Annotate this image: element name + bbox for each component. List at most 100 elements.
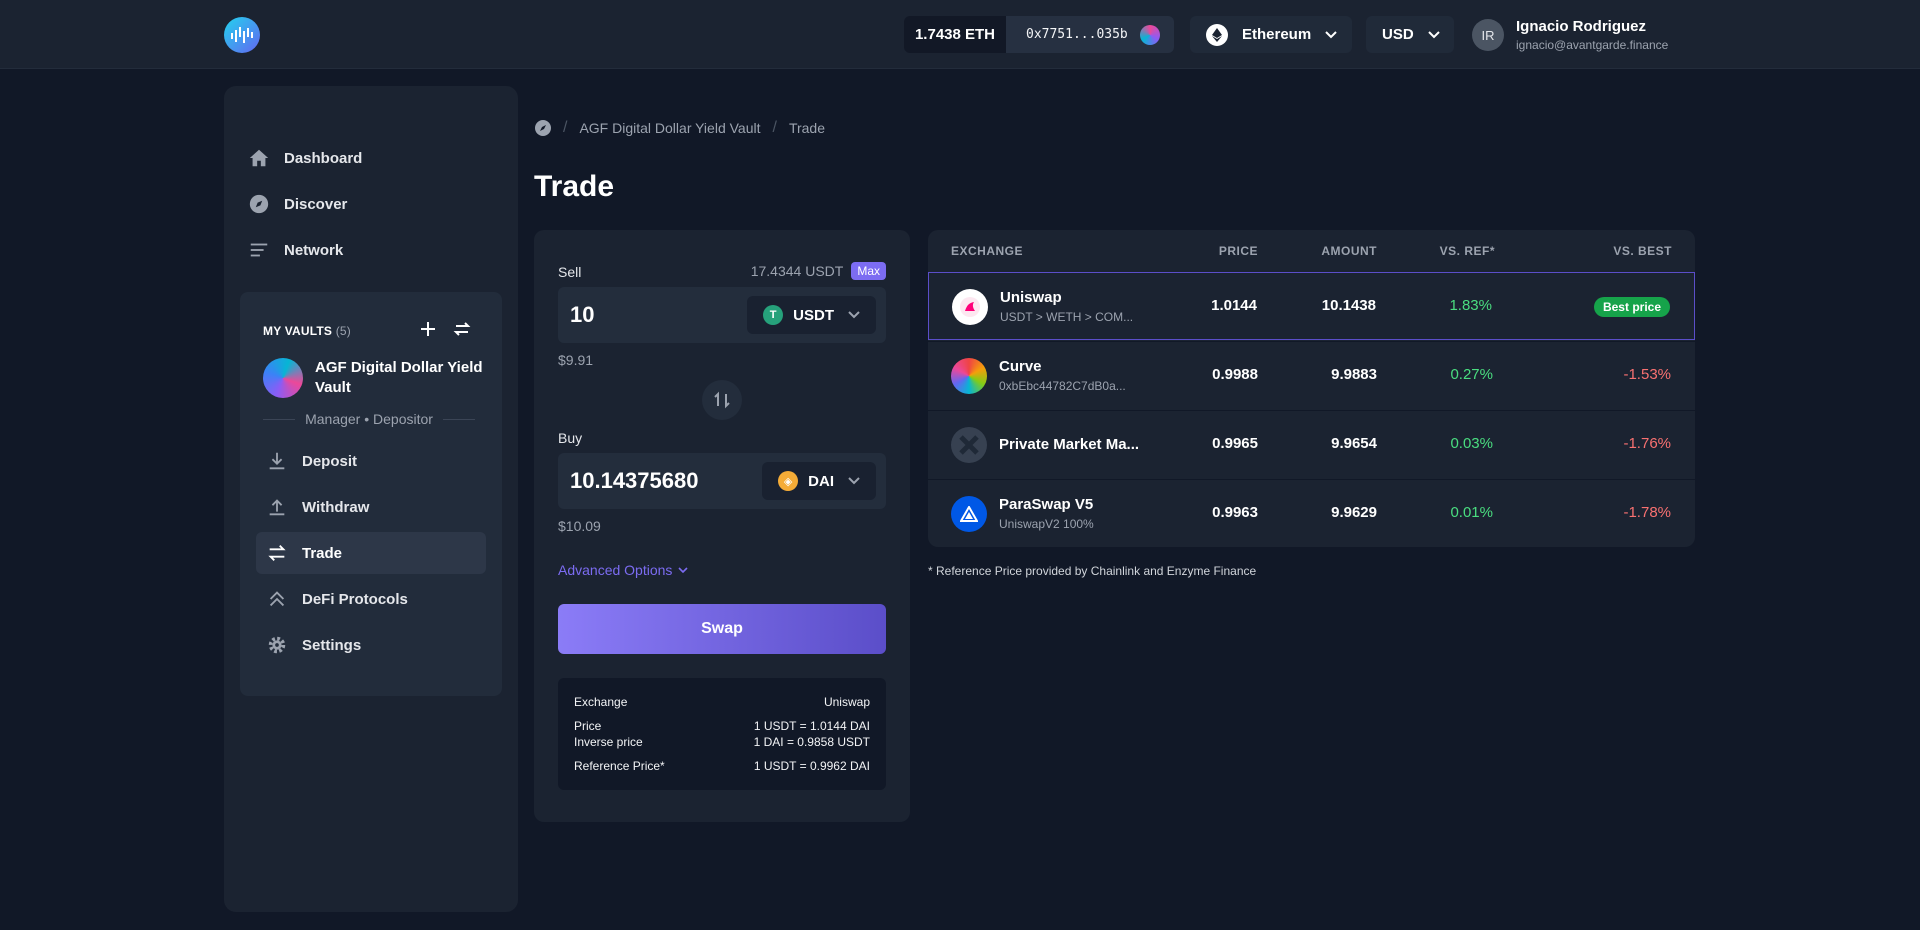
vault-item-withdraw[interactable]: Withdraw [256,486,486,528]
exchange-row[interactable]: Uniswap USDT > WETH > COM... 1.0144 10.1… [928,272,1695,340]
summary-value: Uniswap [823,695,870,709]
nav-label: Discover [284,195,348,213]
nav-item-dashboard[interactable]: Dashboard [248,138,498,178]
vault-item-trade[interactable]: Trade [256,532,486,574]
page-title: Trade [534,170,615,203]
upload-icon [269,499,285,516]
buy-label: Buy [558,430,583,446]
buy-token-select[interactable]: ◈ DAI [762,462,876,500]
exchange-route: 0xbEbc44782C7dB0a... [999,379,1126,393]
summary-row-reference-price: Reference Price* 1 USDT = 0.9962 DAI [574,758,870,774]
buy-amount-box: ◈ DAI [558,453,886,509]
chevron-down-icon [1325,30,1337,38]
exchange-table: EXCHANGE PRICE AMOUNT VS. REF* VS. BEST … [928,230,1695,547]
best-price-badge: Best price [1593,297,1670,317]
exchange-route: USDT > WETH > COM... [1000,310,1134,324]
divider [442,418,476,420]
network-select[interactable]: Ethereum [1190,16,1352,53]
vault-name[interactable]: AGF Digital Dollar Yield Vault [315,358,485,398]
sell-usd-value: $9.91 [558,352,594,368]
advanced-options-label: Advanced Options [558,562,673,578]
breadcrumb: / AGF Digital Dollar Yield Vault / Trade [535,118,825,138]
usdt-icon: T [763,305,784,325]
compass-icon [249,194,269,214]
list-icon [250,243,268,257]
trade-summary: Exchange Uniswap Price 1 USDT = 1.0144 D… [558,678,886,790]
wallet-avatar [1139,24,1160,45]
eth-balance: 1.7438 ETH [904,16,1006,53]
divider [263,418,296,420]
sell-amount-box: T USDT [558,287,886,343]
my-vaults-label: MY VAULTS [263,324,333,338]
summary-row-exchange: Exchange Uniswap [574,694,870,710]
exchange-row[interactable]: Private Market Ma... 0.9965 9.9654 0.03%… [928,410,1695,478]
vault-item-defi-protocols[interactable]: DeFi Protocols [256,578,486,620]
chevron-down-icon [848,311,860,319]
swap-button[interactable]: Swap [558,604,886,654]
sell-balance-row: 17.4344 USDT Max [751,262,886,280]
swap-direction-button[interactable] [702,380,742,420]
summary-label: Reference Price* [574,759,665,773]
exchange-vs-best: -1.78% [1623,504,1671,521]
uniswap-logo-icon [952,289,988,325]
exchange-amount: 9.9629 [1331,504,1377,521]
summary-row-price: Price 1 USDT = 1.0144 DAI [574,718,870,734]
sell-token-select[interactable]: T USDT [747,296,876,334]
exchange-row[interactable]: Curve 0xbEbc44782C7dB0a... 0.9988 9.9883… [928,341,1695,409]
vault-item-label: DeFi Protocols [302,590,408,608]
app-logo[interactable] [224,17,260,53]
currency-select[interactable]: USD [1366,16,1454,53]
swap-icon [268,545,286,561]
chevron-down-icon [848,477,860,485]
exchange-price: 1.0144 [1211,297,1257,314]
nav-item-network[interactable]: Network [248,230,498,270]
vault-item-label: Trade [302,544,343,562]
sell-amount-input[interactable] [570,299,750,331]
summary-value: 1 USDT = 1.0144 DAI [753,719,870,733]
compass-icon[interactable] [535,120,551,136]
exchange-vs-ref: 1.83% [1449,297,1492,314]
vault-item-settings[interactable]: Settings [256,624,486,666]
header-price: PRICE [1218,244,1258,258]
double-chevron-up-icon [269,591,285,607]
exchange-amount: 9.9654 [1331,435,1377,452]
sidebar: Dashboard Discover Network MY VAULTS (5)… [224,86,518,912]
vault-role-label: Manager • Depositor [305,411,433,427]
buy-token-label: DAI [808,472,834,490]
nav-label: Dashboard [284,149,363,167]
plus-icon[interactable] [418,319,438,339]
switch-vault-icon[interactable] [452,319,472,339]
exchange-route: UniswapV2 100% [999,517,1094,531]
breadcrumb-separator: / [772,119,777,136]
nav-label: Network [284,241,344,259]
summary-row-inverse-price: Inverse price 1 DAI = 0.9858 USDT [574,734,870,750]
download-icon [269,452,285,470]
summary-label: Exchange [574,695,628,709]
exchange-name: Private Market Ma... [999,436,1140,453]
paraswap-logo-icon [951,496,987,532]
exchange-vs-best: -1.76% [1623,435,1671,452]
vault-item-deposit[interactable]: Deposit [256,440,486,482]
my-vaults-count: (5) [335,324,351,338]
user-avatar[interactable]: IR [1472,19,1504,51]
exchange-vs-ref: 0.27% [1450,366,1493,383]
swap-vertical-icon [714,391,730,409]
exchange-amount: 10.1438 [1321,297,1376,314]
breadcrumb-current: Trade [788,120,826,136]
nav-item-discover[interactable]: Discover [248,184,498,224]
buy-amount-input[interactable] [570,465,750,497]
exchange-price: 0.9988 [1212,366,1258,383]
exchange-vs-ref: 0.01% [1450,504,1493,521]
wallet-address-button[interactable]: 0x7751...035b [1006,16,1174,53]
breadcrumb-vault[interactable]: AGF Digital Dollar Yield Vault [579,120,760,136]
exchange-row[interactable]: ParaSwap V5 UniswapV2 100% 0.9963 9.9629… [928,479,1695,547]
max-button[interactable]: Max [851,262,886,280]
advanced-options-toggle[interactable]: Advanced Options [558,562,688,578]
chevron-down-icon [678,567,688,573]
header-vs-ref: VS. REF* [1439,244,1495,258]
top-header: 1.7438 ETH 0x7751...035b Ethereum USD IR… [0,0,1920,69]
trade-panel: Sell 17.4344 USDT Max T USDT $9.91 Buy ◈… [534,230,910,822]
private-market-maker-logo-icon [951,427,987,463]
my-vaults-title: MY VAULTS (5) [263,324,351,338]
breadcrumb-separator: / [563,119,568,136]
